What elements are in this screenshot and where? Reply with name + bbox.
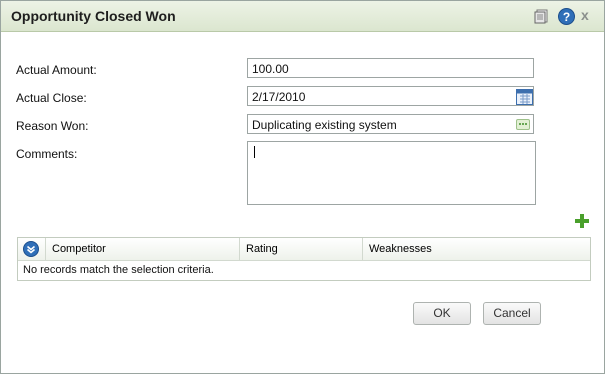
calendar-icon[interactable] — [516, 88, 533, 105]
opportunity-closed-won-dialog: Opportunity Closed Won ? x Actual Amount… — [0, 0, 605, 374]
dialog-title: Opportunity Closed Won — [11, 8, 176, 24]
column-header-weaknesses[interactable]: Weaknesses — [362, 238, 590, 260]
actual-amount-label: Actual Amount: — [16, 63, 97, 77]
dialog-titlebar: Opportunity Closed Won ? x — [1, 1, 604, 32]
comments-label: Comments: — [16, 147, 78, 161]
actual-amount-value: 100.00 — [252, 62, 289, 76]
clipboard-icon[interactable] — [533, 8, 549, 24]
comments-textarea[interactable] — [247, 141, 536, 205]
close-icon[interactable]: x — [581, 7, 597, 23]
ellipsis-lookup-icon[interactable] — [516, 119, 530, 130]
reason-won-label: Reason Won: — [16, 119, 89, 133]
empty-grid-message: No records match the selection criteria. — [23, 264, 214, 276]
actual-amount-field[interactable]: 100.00 — [247, 58, 534, 78]
actual-close-label: Actual Close: — [16, 91, 87, 105]
reason-won-field[interactable]: Duplicating existing system — [247, 114, 534, 134]
competitors-grid: Competitor Rating Weaknesses No records … — [17, 237, 591, 281]
column-header-competitor[interactable]: Competitor — [45, 238, 242, 260]
reason-won-value: Duplicating existing system — [252, 118, 397, 132]
help-icon[interactable]: ? — [558, 8, 575, 25]
grid-header: Competitor Rating Weaknesses — [18, 238, 590, 261]
column-header-rating[interactable]: Rating — [239, 238, 363, 260]
actual-close-date-field[interactable]: 2/17/2010 — [247, 86, 534, 106]
cancel-button[interactable]: Cancel — [483, 302, 541, 325]
actual-close-value: 2/17/2010 — [252, 90, 306, 104]
ok-button[interactable]: OK — [413, 302, 471, 325]
text-cursor — [254, 146, 255, 158]
add-competitor-plus-icon[interactable] — [574, 213, 590, 229]
expand-collapse-icon[interactable] — [23, 241, 39, 257]
help-glyph: ? — [563, 10, 570, 24]
